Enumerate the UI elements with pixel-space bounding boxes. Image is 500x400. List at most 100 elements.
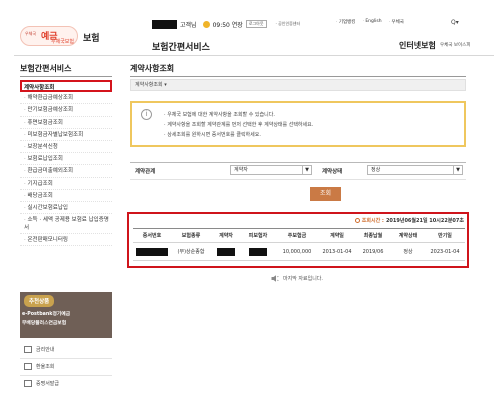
sidebar-item-dividend-inquiry[interactable]: 배당금조회 — [20, 190, 112, 202]
table-header-row: 증서번호 보험종류 계약자 피보험자 주보험금 계약일 최종납월 계약상태 만기… — [133, 228, 465, 243]
recommended-products-title: 추천상품 — [24, 295, 55, 307]
status-cell: 정상 — [391, 242, 425, 261]
top-link-post[interactable]: 우체국 — [389, 19, 403, 25]
internet-insurance-link[interactable]: 인터넷보험 — [399, 40, 436, 51]
query-time-value: 2019년06월21일 10시22분07초 — [385, 218, 464, 224]
search-button[interactable]: 조회 — [310, 187, 341, 201]
info-icon: i — [141, 109, 152, 120]
end-of-data-note: 마지막 자료입니다. — [271, 275, 323, 282]
sidebar-item-coverage-analysis[interactable]: 보장분석신청 — [20, 141, 112, 154]
sidebar-tool-divider — [20, 375, 112, 376]
contract-date-cell: 2013-01-04 — [319, 242, 355, 261]
logo-small-text: 우체국 — [25, 31, 37, 36]
insured-cell — [241, 242, 275, 261]
sidebar-item-paid-inquiry[interactable]: 기지급조회 — [20, 178, 112, 190]
sidebar-item-contract-inquiry[interactable]: 계약사항조회 — [20, 80, 112, 93]
sidebar-item-tax-certificate[interactable]: 소득 · 세액 공제용 보험료 납입증명서 — [20, 214, 112, 235]
column-header: 최종납월 — [355, 228, 391, 243]
relation-select[interactable]: 계약자 ▼ — [230, 165, 312, 175]
user-session-bar: 고객님 09:50 연장 로그아웃 · 공인인증센터 — [152, 18, 300, 30]
chevron-down-icon: ▼ — [453, 166, 462, 174]
search-icon[interactable]: Q▾ — [451, 19, 459, 26]
relation-select-value: 계약자 — [234, 167, 248, 173]
cert-center-link[interactable]: · 공인인증센터 — [276, 21, 301, 27]
sidebar-item-maturity-estimate[interactable]: 만기보험금예상조회 — [20, 104, 112, 117]
sidebar-tool-divider — [20, 358, 112, 359]
certificate-issue-link[interactable]: 증명서발급 — [24, 380, 59, 387]
promo-link-deposit[interactable]: e-Postbank정기예금 — [22, 310, 110, 319]
sidebar-item-premium-payment[interactable]: 보험료납입조회 — [20, 153, 112, 166]
chart-icon — [24, 363, 32, 370]
policy-number-cell[interactable] — [133, 242, 171, 261]
exchange-rate-label: 환율조회 — [36, 364, 55, 370]
status-select-value: 정상 — [371, 167, 381, 173]
top-link-english[interactable]: English — [362, 19, 381, 25]
sidebar-item-sales-monitoring[interactable]: 온전판매모니터링 — [20, 234, 112, 247]
notice-list: 우체국 보험에 대한 계약사항을 조회할 수 있습니다. 계약사항을 조회할 계… — [164, 110, 313, 140]
exchange-rate-link[interactable]: 환율조회 — [24, 363, 54, 370]
recommended-products-panel: 추천상품 e-Postbank정기예금 무배당플러스연금보험 — [20, 292, 112, 338]
column-header: 보험종류 — [171, 228, 211, 243]
sidebar-item-unpaid-insurance[interactable]: 미보험금자별납보험조회 — [20, 129, 112, 141]
table-row[interactable]: (무)상순종합 10,000,000 2013-01-04 2019/06 정상… — [133, 242, 465, 261]
column-header: 만기일 — [425, 228, 465, 243]
promo-link-annuity[interactable]: 무배당플러스연금보험 — [22, 319, 110, 328]
filter-divider-bottom — [130, 179, 466, 180]
sidebar-item-dormant-insurance[interactable]: 휴면보험금조회 — [20, 117, 112, 129]
logo-word: 보험 — [83, 34, 100, 44]
column-header: 주보험금 — [275, 228, 319, 243]
logout-button[interactable]: 로그아웃 — [245, 20, 267, 28]
sidebar-title: 보험간편서비스 — [20, 64, 72, 73]
header-divider — [14, 55, 494, 56]
end-of-data-text: 마지막 자료입니다. — [283, 276, 323, 282]
contractor-cell — [211, 242, 241, 261]
interest-rate-label: 금리안내 — [36, 347, 55, 353]
top-links: 기업뱅킹 English 우체국 — [336, 19, 404, 25]
filter-divider-top — [130, 162, 466, 163]
masked-contractor — [217, 247, 235, 256]
column-header: 계약상태 — [391, 228, 425, 243]
sidebar-item-refund-exception[interactable]: 환급금미출예외조회 — [20, 165, 112, 178]
column-header: 피보험자 — [241, 228, 275, 243]
contract-table: 증서번호 보험종류 계약자 피보험자 주보험금 계약일 최종납월 계약상태 만기… — [133, 228, 465, 261]
masked-user-name — [152, 19, 177, 29]
chevron-down-icon: ▼ — [302, 166, 311, 174]
relation-label: 계약관계 — [135, 169, 156, 175]
interest-rate-link[interactable]: 금리안내 — [24, 346, 54, 353]
query-time-label: 조회시간 : — [361, 218, 384, 224]
brand-logo[interactable]: 우체국 예금 우체국보험 보험 — [20, 26, 108, 48]
speaker-icon — [271, 275, 279, 282]
product-cell: (무)상순종합 — [171, 242, 211, 261]
printer-icon — [24, 380, 32, 387]
status-select[interactable]: 정상 ▼ — [367, 165, 463, 175]
recommended-products-list: e-Postbank정기예금 무배당플러스연금보험 — [22, 310, 110, 328]
notice-line: 우체국 보험에 대한 계약사항을 조회할 수 있습니다. — [164, 110, 313, 120]
last-paid-cell: 2019/06 — [355, 242, 391, 261]
column-header: 계약자 — [211, 228, 241, 243]
page-section-title[interactable]: 보험간편서비스 — [152, 40, 210, 53]
notice-line: 계약사항을 조회할 계약관계를 먼저 선택한 후 계약상태를 선택하세요. — [164, 120, 313, 130]
logo-sub-text: 우체국보험 — [51, 39, 75, 45]
voice-phishing-link[interactable]: 우체국 보이스피 — [440, 42, 470, 48]
brand-logo-badge: 우체국 예금 우체국보험 — [20, 26, 78, 46]
top-link-corporate[interactable]: 기업뱅킹 — [336, 19, 356, 25]
sidebar-divider — [20, 76, 112, 77]
masked-policy-number — [136, 247, 168, 256]
maturity-cell: 2023-01-04 — [425, 242, 465, 261]
column-header: 계약일 — [319, 228, 355, 243]
certificate-issue-label: 증명서발급 — [36, 381, 60, 387]
page-title: 계약사항조회 — [130, 64, 175, 73]
document-icon — [24, 346, 32, 353]
column-header: 증서번호 — [133, 228, 171, 243]
user-suffix: 고객님 — [180, 21, 197, 29]
clock-icon — [354, 218, 360, 223]
notice-box: i 우체국 보험에 대한 계약사항을 조회할 수 있습니다. 계약사항을 조회할… — [130, 101, 466, 147]
clock-icon — [202, 20, 210, 28]
breadcrumb[interactable]: 계약사항조회 ▾ — [130, 79, 466, 91]
amount-cell: 10,000,000 — [275, 242, 319, 261]
sidebar-item-surrender-estimate[interactable]: 해약환급금예상조회 — [20, 92, 112, 105]
masked-insured — [249, 247, 267, 256]
status-label: 계약상태 — [322, 169, 343, 175]
sidebar-item-realtime-payment[interactable]: 실시간보험료납입 — [20, 202, 112, 215]
sidebar-menu: 계약사항조회 해약환급금예상조회 만기보험금예상조회 휴면보험금조회 미보험금자… — [20, 80, 112, 247]
